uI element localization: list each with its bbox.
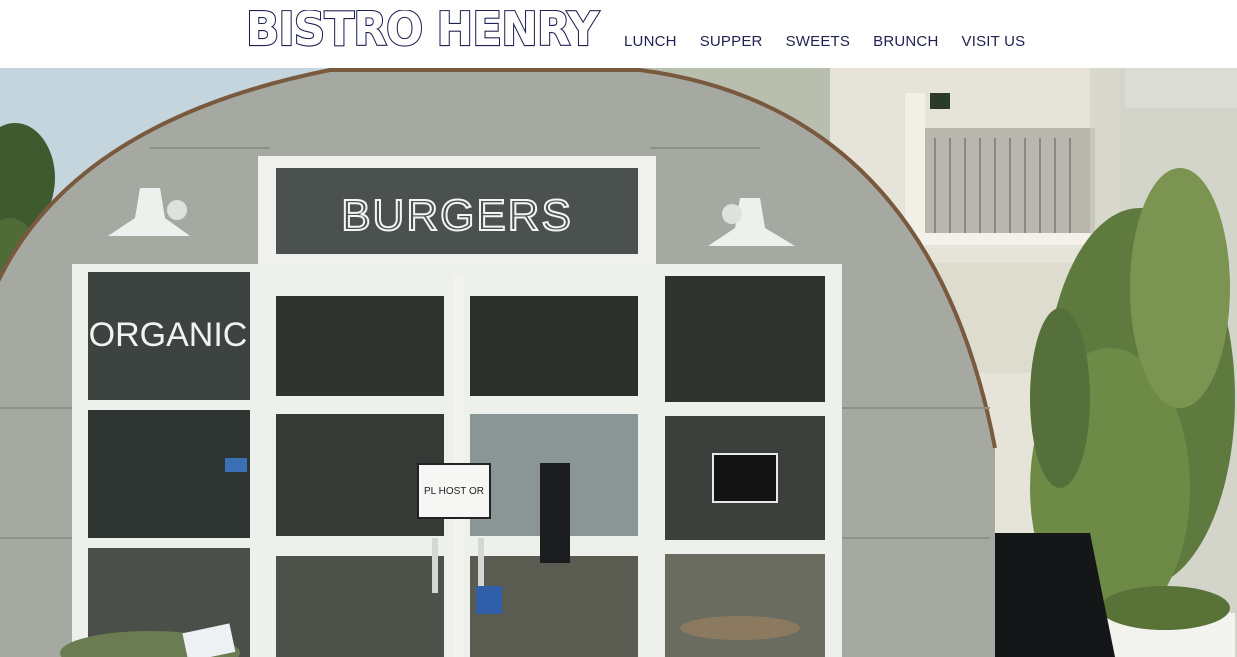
nav-link-brunch[interactable]: BRUNCH [873,34,938,50]
burgers-sign: BURGERS [341,191,573,240]
main-nav: LUNCH SUPPER SWEETS BRUNCH VISIT US [624,34,1048,50]
exit-sign [930,96,950,109]
storefront-photo: BURGERS ORGANIC PL HOST OR [0,68,1237,657]
svg-text:BISTRO HENRY: BISTRO HENRY [246,10,600,50]
organic-neon-sign: ORGANIC [89,316,248,354]
right-windows [665,276,825,657]
logo-wordmark: BISTRO HENRY [246,10,602,50]
nav-link-sweets[interactable]: SWEETS [786,34,851,50]
nav-link-visit-us[interactable]: VISIT US [962,34,1026,50]
site-logo[interactable]: BISTRO HENRY [246,10,602,50]
planter-shrub [1100,586,1230,630]
site-header: BISTRO HENRY LUNCH SUPPER SWEETS BRUNCH … [0,0,1237,68]
nav-link-lunch[interactable]: LUNCH [624,34,677,50]
door-sign-text: PL HOST OR [424,486,484,497]
nav-link-supper[interactable]: SUPPER [700,34,763,50]
hero-image: BURGERS ORGANIC PL HOST OR [0,68,1237,657]
